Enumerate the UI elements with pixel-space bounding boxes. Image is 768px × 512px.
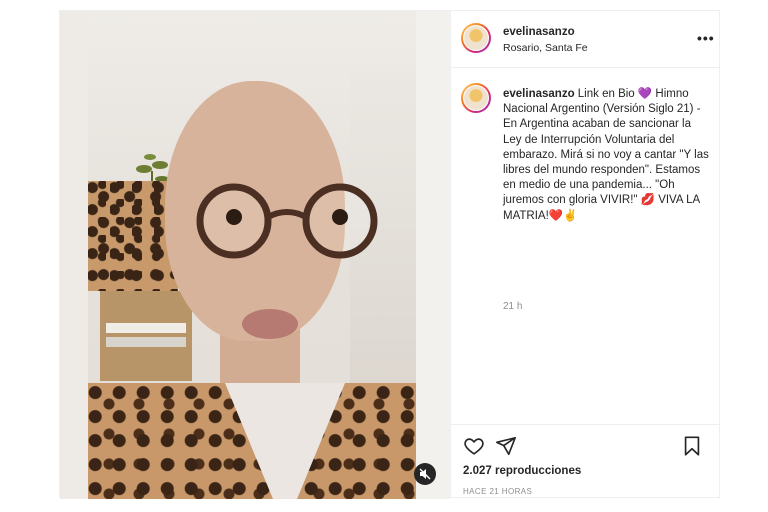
caption-timestamp: 21 h [503, 301, 523, 312]
save-button[interactable] [681, 435, 703, 457]
post-sidebar: evelinasanzo Rosario, Santa Fe ••• eveli… [450, 11, 720, 497]
post-header: evelinasanzo Rosario, Santa Fe ••• [451, 11, 720, 68]
instagram-post: evelinasanzo Rosario, Santa Fe ••• eveli… [59, 10, 720, 499]
bookshelf [100, 291, 192, 381]
speaker-muted-icon [419, 468, 431, 480]
caption-part-2: Himno Nacional Argentino (Versión Siglo … [503, 88, 709, 207]
caption-text: evelinasanzo Link en Bio 💜 Himno Naciona… [503, 87, 710, 224]
caption-username[interactable]: evelinasanzo [503, 88, 575, 100]
like-button[interactable] [463, 435, 485, 457]
glasses-image [196, 183, 378, 259]
red-heart-icon: ❤️ [548, 209, 564, 222]
media-letterbox-left [60, 11, 88, 499]
view-count[interactable]: 2.027 reproducciones [463, 465, 581, 477]
location-link[interactable]: Rosario, Santa Fe [503, 42, 588, 54]
caption-part-1: Link en Bio [574, 88, 638, 100]
lips-icon: 💋 [640, 194, 655, 207]
bookmark-icon [684, 436, 700, 456]
person-mouth [242, 309, 298, 339]
mute-button[interactable] [414, 463, 436, 485]
paper-plane-icon [496, 436, 516, 456]
header-username[interactable]: evelinasanzo [503, 26, 575, 38]
ellipsis-icon: ••• [697, 30, 715, 46]
media-letterbox-right [416, 11, 450, 499]
caption-avatar[interactable] [461, 83, 491, 113]
heart-icon [464, 438, 484, 455]
avatar[interactable] [461, 23, 491, 53]
video-player[interactable] [60, 11, 450, 499]
more-options-button[interactable]: ••• [697, 30, 715, 46]
victory-hand-icon: ✌️ [563, 209, 578, 222]
post-age[interactable]: HACE 21 HORAS [463, 487, 532, 496]
share-button[interactable] [495, 435, 517, 457]
action-bar: 2.027 reproducciones HACE 21 HORAS [451, 424, 720, 498]
purple-heart-icon: 💜 [637, 88, 653, 100]
